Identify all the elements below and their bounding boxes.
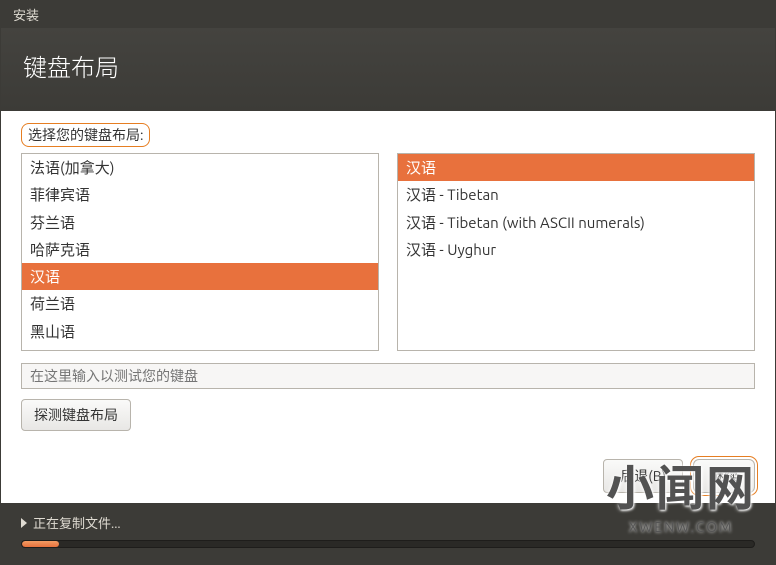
- status-text: 正在复制文件...: [33, 513, 121, 532]
- installer-window: 安装 键盘布局 选择您的键盘布局: 法语(加拿大)菲律宾语芬兰语哈萨克语汉语荷兰…: [0, 0, 776, 565]
- progress-fill: [22, 541, 59, 547]
- variant-item[interactable]: 汉语 - Tibetan: [398, 181, 754, 208]
- language-listbox[interactable]: 法语(加拿大)菲律宾语芬兰语哈萨克语汉语荷兰语黑山语加泰罗尼亚语捷克: [21, 153, 379, 351]
- language-item[interactable]: 荷兰语: [22, 290, 378, 317]
- titlebar-text: 安装: [13, 9, 39, 23]
- detect-layout-button[interactable]: 探测键盘布局: [21, 399, 131, 431]
- variant-item[interactable]: 汉语 - Tibetan (with ASCII numerals): [398, 209, 754, 236]
- page-header: 键盘布局: [1, 28, 775, 111]
- footer: 正在复制文件...: [1, 503, 775, 564]
- page-title: 键盘布局: [23, 54, 119, 81]
- layout-lists: 法语(加拿大)菲律宾语芬兰语哈萨克语汉语荷兰语黑山语加泰罗尼亚语捷克 汉语汉语 …: [21, 153, 755, 351]
- content-area: 选择您的键盘布局: 法语(加拿大)菲律宾语芬兰语哈萨克语汉语荷兰语黑山语加泰罗尼…: [1, 111, 775, 503]
- language-item[interactable]: 菲律宾语: [22, 181, 378, 208]
- language-item[interactable]: 哈萨克语: [22, 236, 378, 263]
- expand-icon: [21, 518, 27, 528]
- language-item[interactable]: 黑山语: [22, 318, 378, 345]
- back-button[interactable]: 后退(B): [603, 459, 683, 493]
- language-item[interactable]: 法语(加拿大): [22, 154, 378, 181]
- variant-item[interactable]: 汉语 - Uyghur: [398, 236, 754, 263]
- continue-button[interactable]: 继续: [693, 459, 755, 493]
- language-item[interactable]: 加泰罗尼亚语: [22, 345, 378, 350]
- nav-buttons: 后退(B) 继续: [21, 441, 755, 493]
- titlebar: 安装: [1, 1, 775, 28]
- variant-item[interactable]: 汉语: [398, 154, 754, 181]
- language-item[interactable]: 汉语: [22, 263, 378, 290]
- variant-listbox[interactable]: 汉语汉语 - Tibetan汉语 - Tibetan (with ASCII n…: [397, 153, 755, 351]
- section-label: 选择您的键盘布局:: [21, 123, 150, 147]
- progress-bar: [21, 540, 755, 548]
- status-row[interactable]: 正在复制文件...: [21, 513, 755, 532]
- keyboard-test-input[interactable]: [21, 363, 755, 389]
- language-item[interactable]: 芬兰语: [22, 209, 378, 236]
